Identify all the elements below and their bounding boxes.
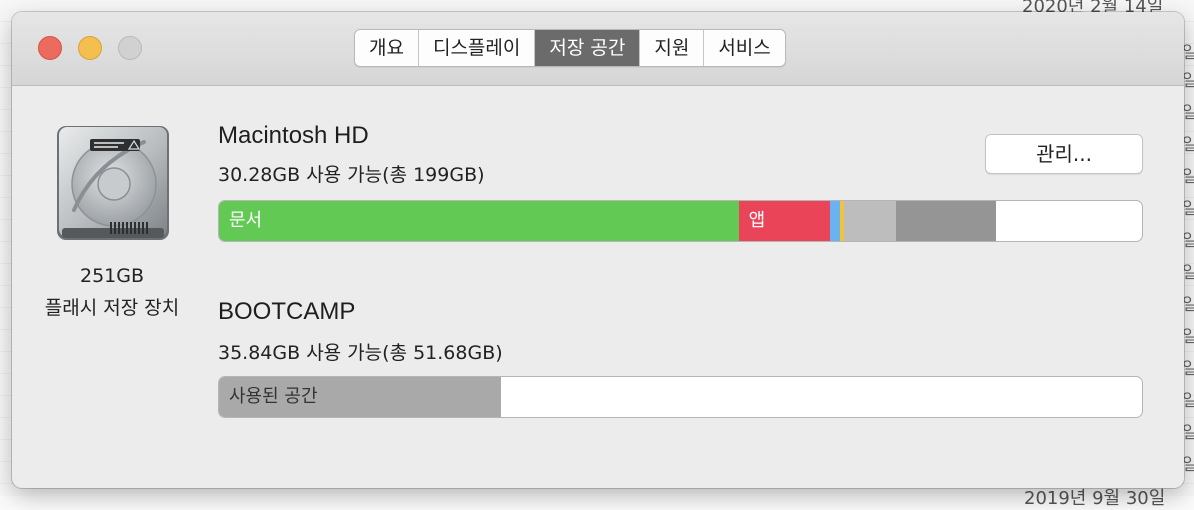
storage-segment-label: 문서 [229, 210, 263, 231]
tab-overview[interactable]: 개요 [355, 30, 419, 66]
title-bar: 개요 디스플레이 저장 공간 지원 서비스 [12, 12, 1184, 86]
storage-usage-bar: 문서 앱 [218, 200, 1143, 242]
storage-segment[interactable]: 앱 [738, 201, 831, 241]
storage-segment[interactable]: 사용된 공간 [219, 377, 502, 417]
hard-drive-icon [57, 126, 169, 240]
storage-segment[interactable]: 문서 [219, 201, 739, 241]
tab-storage[interactable]: 저장 공간 [535, 30, 641, 66]
tab-support[interactable]: 지원 [640, 30, 705, 66]
storage-usage-bar: 사용된 공간 [218, 376, 1143, 418]
storage-segment[interactable] [843, 201, 896, 241]
volume-capacity-info: 35.84GB 사용 가능(총 51.68GB) [218, 342, 503, 364]
about-this-mac-window: 개요 디스플레이 저장 공간 지원 서비스 251GB 플래시 저장 장치 Ma… [12, 12, 1184, 488]
manage-button[interactable]: 관리... [985, 134, 1143, 174]
zoom-window-button[interactable] [118, 36, 142, 60]
storage-segment[interactable] [830, 201, 841, 241]
storage-segment[interactable] [895, 201, 997, 241]
volume-name: BOOTCAMP [218, 298, 356, 325]
disk-type-label: 플래시 저장 장치 [44, 297, 180, 319]
tab-displays[interactable]: 디스플레이 [419, 30, 536, 66]
tab-bar: 개요 디스플레이 저장 공간 지원 서비스 [354, 29, 786, 67]
volume-capacity-info: 30.28GB 사용 가능(총 199GB) [218, 164, 485, 186]
minimize-window-button[interactable] [78, 36, 102, 60]
volume-name: Macintosh HD [218, 122, 369, 149]
storage-segment-label: 사용된 공간 [229, 386, 318, 407]
close-window-button[interactable] [38, 36, 62, 60]
disk-capacity-label: 251GB [79, 265, 145, 287]
tab-service[interactable]: 서비스 [704, 30, 784, 66]
storage-segment-label: 앱 [748, 210, 766, 231]
